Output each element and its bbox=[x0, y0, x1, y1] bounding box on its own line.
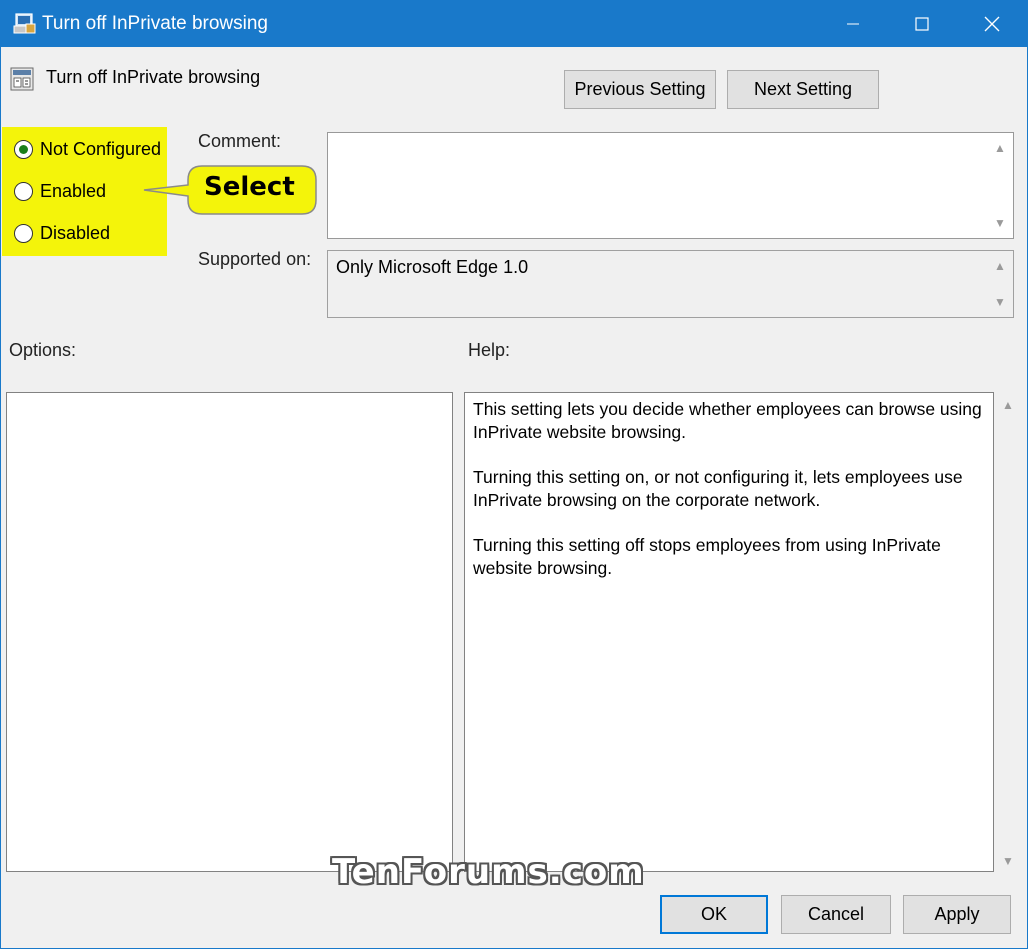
cancel-button[interactable]: Cancel bbox=[781, 895, 891, 934]
next-setting-label: Next Setting bbox=[753, 79, 853, 99]
help-paragraph: Turning this setting on, or not configur… bbox=[473, 467, 963, 510]
comment-field[interactable]: ▲ ▼ bbox=[327, 132, 1014, 239]
policy-setting-icon bbox=[10, 67, 34, 91]
scroll-down-icon[interactable]: ▼ bbox=[993, 296, 1007, 308]
comment-label: Comment: bbox=[198, 131, 282, 151]
radio-selected-icon bbox=[14, 139, 33, 159]
next-setting-button[interactable]: Next Setting bbox=[727, 70, 879, 109]
previous-setting-button[interactable]: Previous Setting bbox=[564, 70, 716, 109]
supported-on-field: Only Microsoft Edge 1.0 ▲ ▼ bbox=[327, 250, 1014, 318]
scroll-down-icon[interactable]: ▼ bbox=[998, 854, 1018, 868]
close-button[interactable] bbox=[957, 0, 1027, 47]
maximize-button[interactable] bbox=[887, 0, 957, 47]
minimize-button[interactable] bbox=[818, 0, 888, 47]
cancel-label: Cancel bbox=[807, 904, 865, 924]
supported-on-value: Only Microsoft Edge 1.0 bbox=[336, 257, 529, 277]
options-panel bbox=[6, 392, 453, 872]
group-policy-editor-icon bbox=[13, 13, 36, 34]
radio-enabled-label: Enabled bbox=[40, 180, 107, 201]
apply-button[interactable]: Apply bbox=[903, 895, 1011, 934]
ok-button[interactable]: OK bbox=[660, 895, 768, 934]
radio-not-configured[interactable]: Not Configured bbox=[14, 137, 161, 161]
apply-label: Apply bbox=[934, 904, 980, 924]
help-text: This setting lets you decide whether emp… bbox=[473, 398, 988, 602]
close-icon bbox=[984, 16, 1000, 31]
ok-label: OK bbox=[700, 904, 727, 924]
help-panel: This setting lets you decide whether emp… bbox=[464, 392, 994, 872]
watermark: TenForums.com bbox=[332, 852, 645, 892]
options-label: Options: bbox=[9, 340, 77, 360]
radio-disabled-label: Disabled bbox=[40, 222, 111, 243]
scroll-down-icon[interactable]: ▼ bbox=[993, 217, 1007, 229]
radio-not-configured-label: Not Configured bbox=[40, 138, 162, 159]
scroll-up-icon[interactable]: ▲ bbox=[993, 260, 1007, 272]
window-title: Turn off InPrivate browsing bbox=[42, 13, 268, 34]
previous-setting-label: Previous Setting bbox=[574, 79, 706, 99]
help-label: Help: bbox=[468, 340, 511, 360]
policy-name: Turn off InPrivate browsing bbox=[46, 67, 261, 87]
scroll-up-icon[interactable]: ▲ bbox=[993, 142, 1007, 154]
scroll-up-icon[interactable]: ▲ bbox=[998, 398, 1018, 412]
maximize-icon bbox=[915, 16, 929, 31]
supported-on-label: Supported on: bbox=[198, 249, 312, 269]
radio-unselected-icon bbox=[14, 181, 33, 201]
minimize-icon bbox=[847, 23, 859, 24]
radio-enabled[interactable]: Enabled bbox=[14, 179, 106, 203]
radio-disabled[interactable]: Disabled bbox=[14, 221, 110, 245]
help-paragraph: Turning this setting off stops employees… bbox=[473, 535, 941, 578]
radio-unselected-icon bbox=[14, 223, 33, 243]
title-bar: Turn off InPrivate browsing bbox=[0, 0, 1028, 47]
help-paragraph: This setting lets you decide whether emp… bbox=[473, 399, 982, 442]
select-callout-text: Select bbox=[204, 172, 295, 202]
